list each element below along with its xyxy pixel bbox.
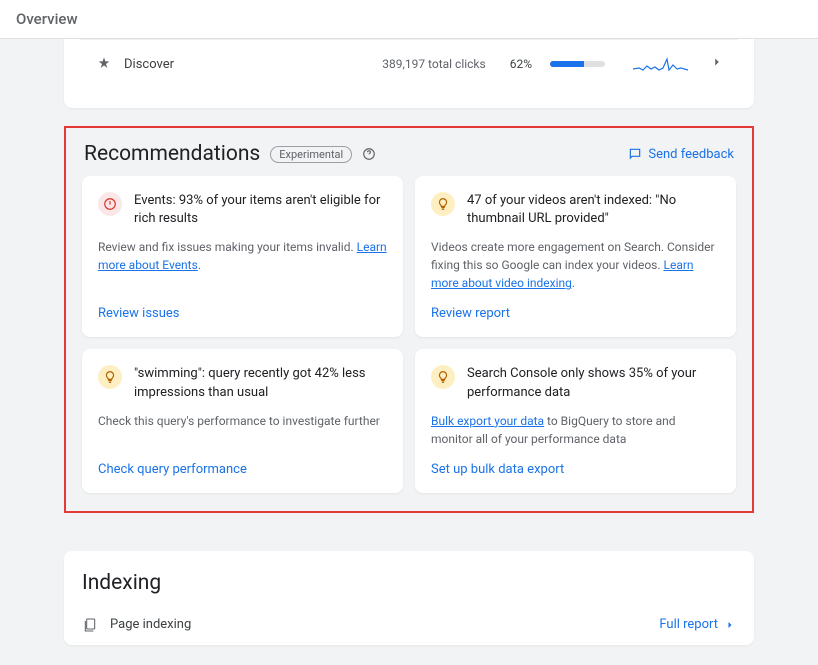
help-icon[interactable] xyxy=(362,147,376,161)
rec-body-text: Review and fix issues making your items … xyxy=(98,240,357,254)
discover-sparkline xyxy=(633,54,688,74)
page-header: Overview xyxy=(0,0,818,39)
page-title: Overview xyxy=(16,10,802,28)
rec-card-title: 47 of your videos aren't indexed: "No th… xyxy=(467,192,720,228)
lightbulb-icon xyxy=(431,365,455,389)
rec-card-action[interactable]: Review report xyxy=(431,306,720,321)
recommendations-header: Recommendations Experimental Send feedba… xyxy=(76,142,742,176)
pages-icon xyxy=(82,617,98,633)
rec-body-text: Check this query's performance to invest… xyxy=(98,414,380,428)
recommendations-title: Recommendations xyxy=(84,142,260,166)
experimental-badge: Experimental xyxy=(270,146,352,163)
rec-card-head: 47 of your videos aren't indexed: "No th… xyxy=(431,192,720,228)
rec-card-body: Bulk export your data to BigQuery to sto… xyxy=(431,412,720,448)
rec-card-head: Events: 93% of your items aren't eligibl… xyxy=(98,192,387,228)
lightbulb-icon xyxy=(98,365,122,389)
rec-card-title: Events: 93% of your items aren't eligibl… xyxy=(134,192,387,228)
rec-card-action[interactable]: Check query performance xyxy=(98,462,387,477)
recommendation-card: "swimming": query recently got 42% less … xyxy=(82,349,403,492)
rec-card-title: "swimming": query recently got 42% less … xyxy=(134,365,387,401)
discover-progress xyxy=(550,61,605,67)
lightbulb-icon xyxy=(431,192,455,216)
indexing-title: Indexing xyxy=(82,571,736,595)
recommendation-card: 47 of your videos aren't indexed: "No th… xyxy=(415,176,736,337)
discover-pct: 62% xyxy=(510,57,532,71)
full-report-label: Full report xyxy=(659,617,718,632)
alert-icon xyxy=(98,192,122,216)
recommendations-grid: Events: 93% of your items aren't eligibl… xyxy=(76,176,742,493)
chevron-right-icon xyxy=(724,619,736,631)
content-area: Discover 389,197 total clicks 62% Recomm… xyxy=(0,39,818,665)
rec-card-action[interactable]: Review issues xyxy=(98,306,387,321)
rec-card-body: Videos create more engagement on Search.… xyxy=(431,238,720,292)
full-report-link[interactable]: Full report xyxy=(659,617,736,632)
recommendation-card: Events: 93% of your items aren't eligibl… xyxy=(82,176,403,337)
rec-card-head: "swimming": query recently got 42% less … xyxy=(98,365,387,401)
chevron-right-icon xyxy=(710,55,722,73)
page-indexing-row[interactable]: Page indexing Full report xyxy=(82,617,736,633)
discover-clicks: 389,197 total clicks xyxy=(382,57,485,71)
rec-card-body: Check this query's performance to invest… xyxy=(98,412,387,430)
performance-card: Discover 389,197 total clicks 62% xyxy=(64,39,754,108)
rec-body-text-post: . xyxy=(198,258,201,272)
discover-icon xyxy=(96,56,112,72)
rec-body-link[interactable]: Bulk export your data xyxy=(431,414,544,428)
rec-card-action[interactable]: Set up bulk data export xyxy=(431,462,720,477)
recommendations-section: Recommendations Experimental Send feedba… xyxy=(64,126,754,513)
page-indexing-label: Page indexing xyxy=(110,617,647,632)
send-feedback-button[interactable]: Send feedback xyxy=(628,147,734,162)
discover-row[interactable]: Discover 389,197 total clicks 62% xyxy=(80,39,738,88)
discover-label: Discover xyxy=(124,57,370,72)
indexing-section: Indexing Page indexing Full report xyxy=(64,551,754,645)
feedback-icon xyxy=(628,147,642,161)
rec-card-head: Search Console only shows 35% of your pe… xyxy=(431,365,720,401)
rec-card-body: Review and fix issues making your items … xyxy=(98,238,387,274)
recommendation-card: Search Console only shows 35% of your pe… xyxy=(415,349,736,492)
send-feedback-label: Send feedback xyxy=(648,147,734,162)
rec-card-title: Search Console only shows 35% of your pe… xyxy=(467,365,720,401)
rec-body-text-post: . xyxy=(572,276,575,290)
